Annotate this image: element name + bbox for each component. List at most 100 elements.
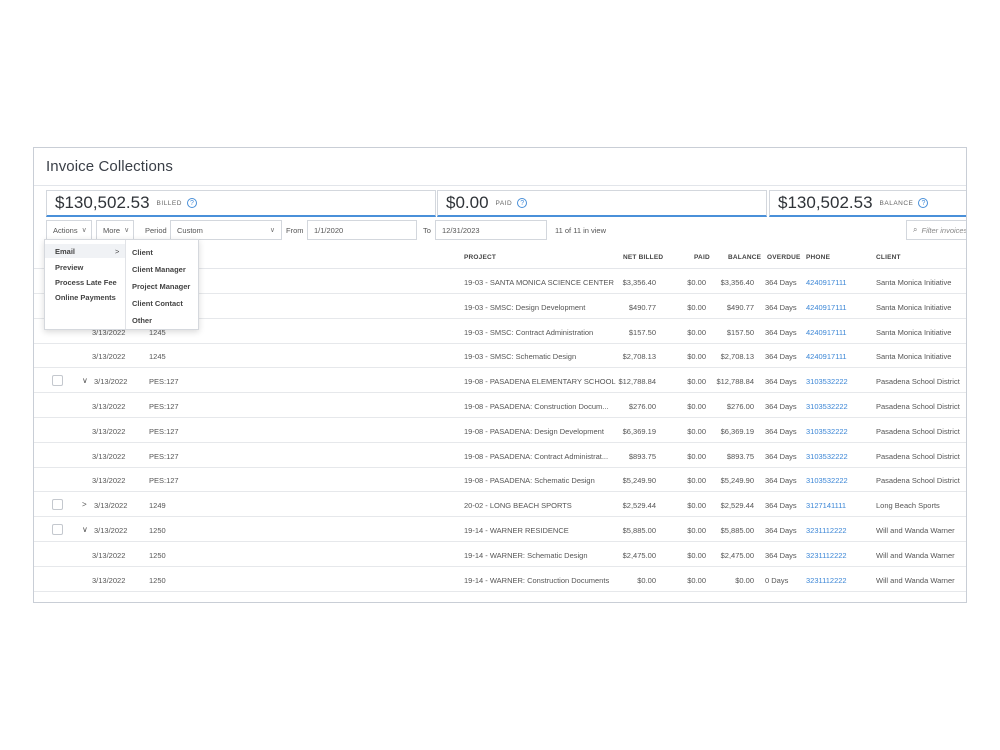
column-paid[interactable]: PAID <box>694 254 710 261</box>
search-icon: ⌕ <box>913 225 918 234</box>
column-client[interactable]: CLIENT <box>876 254 901 261</box>
column-overdue[interactable]: OVERDUE <box>767 254 801 261</box>
column-project[interactable]: PROJECT <box>464 254 496 261</box>
table-row[interactable]: 3/13/2022 1245 19-03 - SMSC: Schematic Des… <box>34 343 966 369</box>
net-billed-value: $6,369.19 <box>622 426 656 436</box>
project-name: 19-08 - PASADENA ELEMENTARY SCHOOL <box>464 377 616 387</box>
period-value: Custom <box>177 225 203 235</box>
column-balance[interactable]: BALANCE <box>728 254 761 261</box>
overdue-value: 364 Days <box>765 476 797 486</box>
overdue-value: 364 Days <box>765 426 797 436</box>
column-phone[interactable]: PHONE <box>806 254 830 261</box>
invoice-number[interactable]: 1245 <box>149 352 166 361</box>
table-row[interactable]: ∨ 3/13/2022 1250 19-14 - WARNER RESIDENCE $5… <box>34 517 966 542</box>
chevron-down-icon: ∨ <box>81 227 87 234</box>
to-label: To <box>423 226 431 235</box>
paid-value: $0.00 <box>687 426 706 436</box>
project-name: 19-08 - PASADENA: Contract Administrat..… <box>464 451 609 461</box>
row-checkbox[interactable] <box>52 499 63 511</box>
invoice-number[interactable]: 1250 <box>149 526 166 535</box>
invoice-number[interactable]: PES:127 <box>149 476 179 485</box>
net-billed-value: $276.00 <box>628 402 656 411</box>
chevron-down-icon[interactable]: ∨ <box>82 376 88 385</box>
invoice-number[interactable]: 1249 <box>149 501 166 510</box>
chevron-down-icon[interactable]: ∨ <box>82 525 88 534</box>
submenu-item-client[interactable]: Client <box>132 248 153 257</box>
table-row[interactable]: 3/13/2022 PES:127 19-08 - PASADENA: Constr… <box>34 393 966 418</box>
filter-invoices-input[interactable]: ⌕ Filter invoices <box>906 220 966 240</box>
invoice-number[interactable]: 1250 <box>149 551 166 560</box>
submenu-item-client-manager[interactable]: Client Manager <box>132 265 186 274</box>
menu-item-online-payments[interactable]: Online Payments <box>55 293 116 302</box>
phone-link[interactable]: 3127141111 <box>806 501 846 510</box>
client-name: Santa Monica Initiative <box>876 352 952 362</box>
column-net-billed[interactable]: NET BILLED <box>623 254 663 261</box>
phone-link[interactable]: 3103532222 <box>806 452 848 461</box>
row-checkbox[interactable] <box>52 375 63 387</box>
from-date-input[interactable]: 1/1/2020 <box>307 220 417 240</box>
invoice-number[interactable]: PES:127 <box>149 402 179 411</box>
overdue-value: 364 Days <box>765 451 797 461</box>
project-name: 19-08 - PASADENA: Design Development <box>464 426 604 436</box>
more-label: More <box>103 225 121 235</box>
menu-item-preview[interactable]: Preview <box>55 263 83 272</box>
submenu-item-other[interactable]: Other <box>132 316 152 325</box>
phone-link[interactable]: 3231112222 <box>806 576 847 585</box>
invoice-date: 3/13/2022 <box>92 476 126 486</box>
phone-link[interactable]: 4240917111 <box>806 278 847 287</box>
table-row[interactable]: 3/13/2022 1250 19-14 - WARNER: Schematic D… <box>34 542 966 567</box>
client-name: Pasadena School District <box>876 426 960 436</box>
summary-billed: $130,502.53 BILLED ? <box>46 190 436 217</box>
invoice-date: 3/13/2022 <box>92 402 126 411</box>
invoice-number[interactable]: PES:127 <box>149 452 179 461</box>
balance-value: $12,788.84 <box>716 377 754 387</box>
invoice-date: 3/13/2022 <box>92 352 126 362</box>
client-name: Will and Wanda Warner <box>876 526 955 535</box>
balance-value: $6,369.19 <box>720 426 754 436</box>
paid-value: $0.00 <box>687 575 706 585</box>
project-name: 19-08 - PASADENA: Construction Docum... <box>464 402 609 411</box>
table-row[interactable]: 3/13/2022 PES:127 19-08 - PASADENA: Contra… <box>34 443 966 468</box>
invoice-number[interactable]: PES:127 <box>149 377 179 386</box>
phone-link[interactable]: 3103532222 <box>806 377 848 386</box>
table-row[interactable]: 3/13/2022 1250 19-14 - WARNER: Constructio… <box>34 567 966 592</box>
help-icon[interactable]: ? <box>918 198 929 208</box>
more-button[interactable]: More ∨ <box>96 220 134 240</box>
paid-value: $0.00 <box>687 352 706 362</box>
help-icon[interactable]: ? <box>517 198 528 208</box>
chevron-right-icon[interactable]: > <box>82 500 87 509</box>
period-select[interactable]: Custom ∨ <box>170 220 282 240</box>
menu-item-process-late-fee[interactable]: Process Late Fee <box>55 278 117 287</box>
net-billed-value: $2,475.00 <box>622 550 656 560</box>
menu-item-email[interactable]: Email <box>55 247 75 256</box>
phone-link[interactable]: 3103532222 <box>806 427 848 436</box>
invoice-date: 3/13/2022 <box>94 377 128 387</box>
phone-link[interactable]: 4240917111 <box>806 328 847 337</box>
table-row[interactable]: >3/13/2022 1249 20-02 - LONG BEACH SPORTS $… <box>34 492 966 518</box>
phone-link[interactable]: 4240917111 <box>806 303 847 312</box>
invoice-date: 3/13/2022 <box>92 426 126 436</box>
invoice-number[interactable]: 1250 <box>149 576 166 585</box>
submenu-item-project-manager[interactable]: Project Manager <box>132 282 190 291</box>
table-row[interactable]: 3/13/2022 PES:127 19-08 - PASADENA: Schema… <box>34 467 966 493</box>
help-icon[interactable]: ? <box>186 198 197 208</box>
balance-amount: $130,502.53 <box>778 193 873 212</box>
phone-link[interactable]: 3103532222 <box>806 476 848 485</box>
phone-link[interactable]: 3231112222 <box>806 526 847 535</box>
table-row[interactable]: ∨ 3/13/2022 PES:127 19-08 - PASADENA ELEMEN… <box>34 368 966 394</box>
project-name: 19-14 - WARNER: Schematic Design <box>464 550 588 560</box>
phone-link[interactable]: 3103532222 <box>806 402 848 411</box>
balance-value: $3,356.40 <box>720 278 754 287</box>
net-billed-value: $2,529.44 <box>622 501 656 511</box>
to-date-input[interactable]: 12/31/2023 <box>435 220 547 240</box>
phone-link[interactable]: 3231112222 <box>806 551 847 560</box>
invoice-number[interactable]: PES:127 <box>149 427 179 436</box>
table-row[interactable]: 3/13/2022 PES:127 19-08 - PASADENA: Design… <box>34 418 966 443</box>
actions-button[interactable]: Actions ∨ <box>46 220 92 240</box>
phone-link[interactable]: 4240917111 <box>806 352 847 361</box>
net-billed-value: $3,356.40 <box>622 278 656 287</box>
balance-label: BALANCE <box>879 199 914 207</box>
row-checkbox[interactable] <box>52 524 63 535</box>
overdue-value: 364 Days <box>765 302 797 312</box>
submenu-item-client-contact[interactable]: Client Contact <box>132 299 183 308</box>
